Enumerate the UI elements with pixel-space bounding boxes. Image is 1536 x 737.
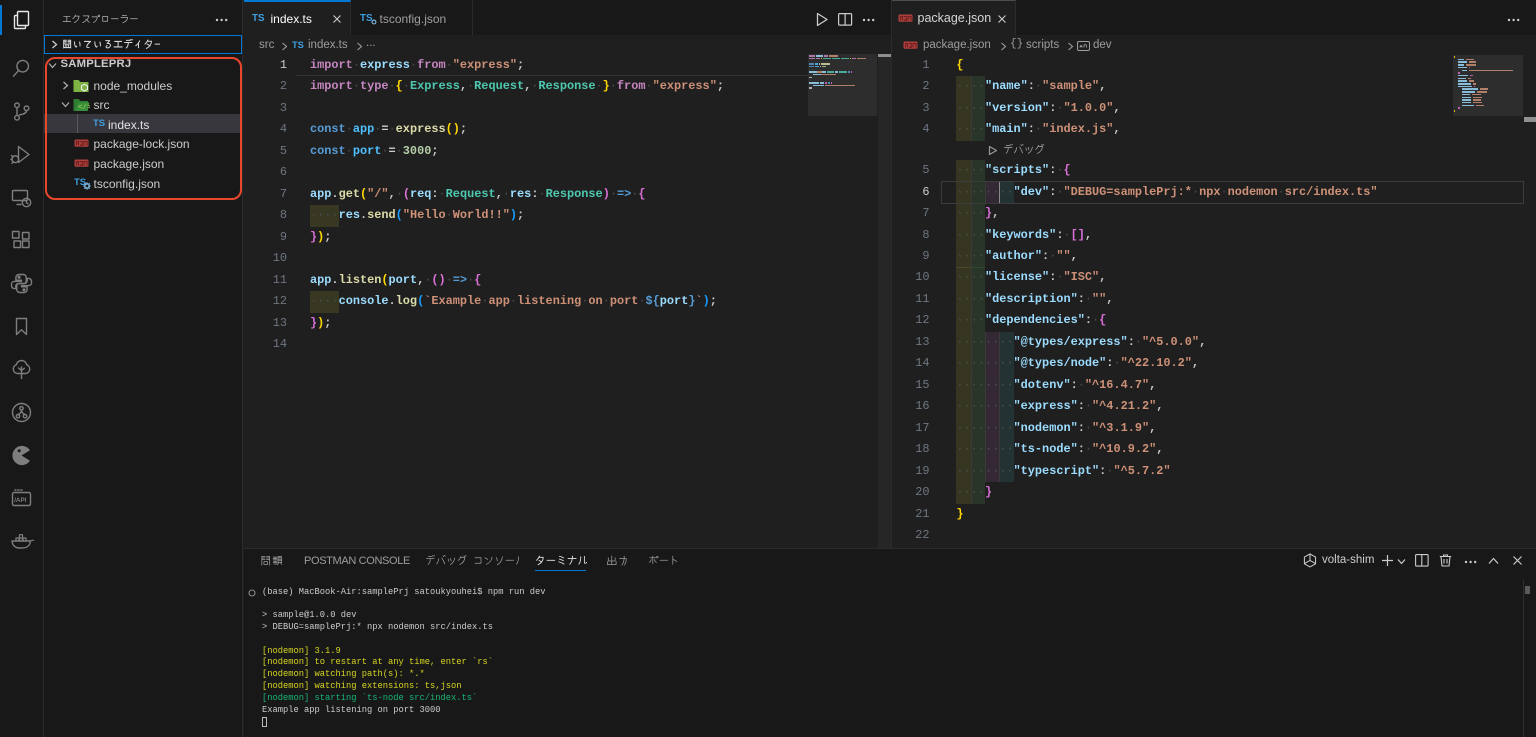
- svg-text:/API: /API: [14, 497, 26, 504]
